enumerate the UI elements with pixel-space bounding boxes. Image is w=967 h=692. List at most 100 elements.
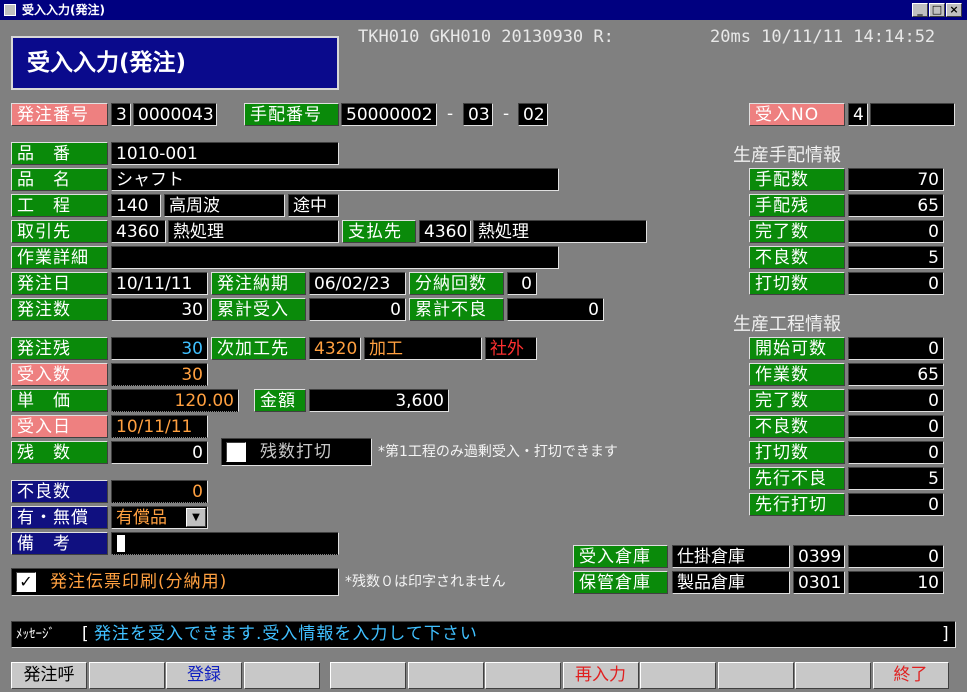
function-key-1[interactable]: 発注呼 xyxy=(11,662,87,689)
ukeire-soko-name: 仕掛倉庫 xyxy=(672,545,790,568)
zansu-uchikiri-check[interactable] xyxy=(226,442,246,462)
yumu-value: 有償品 xyxy=(116,508,167,528)
kotei-row-value: 0 xyxy=(848,337,944,360)
function-key-6[interactable] xyxy=(407,662,484,689)
function-key-12[interactable]: 終了 xyxy=(872,662,949,689)
kotei-row-label: 不良数 xyxy=(749,415,845,438)
hatchusu-field: 30 xyxy=(111,298,208,321)
jikako-flag-field: 社外 xyxy=(485,337,537,360)
message-open: [ xyxy=(82,624,89,644)
kotei-row-value: 0 xyxy=(848,493,944,516)
tehai-row-label: 手配残 xyxy=(749,194,845,217)
ukeire-soko-code: 0399 xyxy=(793,545,845,568)
zansu-label: 残 数 xyxy=(11,441,108,464)
torihiki-code-field: 4360 xyxy=(111,220,166,243)
checkmark-icon[interactable]: ✓ xyxy=(16,572,36,592)
ukesu-input[interactable]: 30 xyxy=(111,363,208,386)
kotei-row-value: 0 xyxy=(848,441,944,464)
page-title: 受入入力(発注) xyxy=(11,36,339,90)
kingaku-label: 金額 xyxy=(254,389,306,412)
ukebi-label: 受入日 xyxy=(11,415,108,438)
seisan-kotei-title: 生産工程情報 xyxy=(733,314,841,335)
message-close: ] xyxy=(942,624,949,644)
zansu-uchikiri-checkbox[interactable]: 残数打切 xyxy=(221,438,372,466)
window-titlebar: 受入入力(発注) _ □ × xyxy=(0,0,967,20)
overrun-note: *第1工程のみ過剰受入・打切できます xyxy=(378,444,618,460)
seisan-tehai-title: 生産手配情報 xyxy=(733,145,841,166)
function-key-2[interactable] xyxy=(88,662,165,689)
sagyo-label: 作業詳細 xyxy=(11,246,108,269)
function-key-3[interactable]: 登録 xyxy=(166,662,242,689)
hatchu-prefix-field[interactable]: 3 xyxy=(111,103,131,126)
tanka-input[interactable]: 120.00 xyxy=(111,389,239,412)
tehai-sub1-field[interactable]: 03 xyxy=(463,103,493,126)
maximize-button[interactable]: □ xyxy=(929,3,945,17)
print-checkbox[interactable]: ✓ 発注伝票印刷(分納用) xyxy=(11,568,339,596)
ukeire-soko-qty: 0 xyxy=(848,545,944,568)
function-key-4[interactable] xyxy=(243,662,320,689)
window-title: 受入入力(発注) xyxy=(22,3,105,17)
ukeire-extra-field[interactable] xyxy=(870,103,955,126)
ukebi-input[interactable]: 10/11/11 xyxy=(111,415,208,438)
tehai-row-value: 70 xyxy=(848,168,944,191)
hokan-soko-name: 製品倉庫 xyxy=(672,571,790,594)
print-note: *残数０は印字されません xyxy=(345,574,506,590)
ruikei-furyo-label: 累計不良 xyxy=(409,298,504,321)
ruikei-ukeire-field: 0 xyxy=(309,298,406,321)
minimize-button[interactable]: _ xyxy=(912,3,928,17)
function-key-8[interactable]: 再入力 xyxy=(562,662,639,689)
function-key-5[interactable] xyxy=(330,662,406,689)
function-key-11[interactable] xyxy=(795,662,871,689)
close-button[interactable]: × xyxy=(946,3,962,17)
nouki-field: 06/02/23 xyxy=(309,272,406,295)
system-info: TKH010 GKH010 20130930 R: xyxy=(358,27,614,47)
torihiki-name-field: 熱処理 xyxy=(168,220,339,243)
tanka-label: 単 価 xyxy=(11,389,108,412)
function-key-9[interactable] xyxy=(640,662,716,689)
biko-input[interactable] xyxy=(111,532,339,555)
ukeire-soko-label: 受入倉庫 xyxy=(573,545,668,568)
kotei-code-field[interactable]: 140 xyxy=(111,194,161,217)
kotei-name-field: 高周波 xyxy=(164,194,285,217)
print-label: 発注伝票印刷(分納用) xyxy=(50,572,228,592)
function-key-10[interactable] xyxy=(717,662,794,689)
function-key-7[interactable] xyxy=(485,662,561,689)
tehai-sub2-field[interactable]: 02 xyxy=(518,103,548,126)
kotei-row-value: 0 xyxy=(848,415,944,438)
tehai-no-field[interactable]: 50000002 xyxy=(341,103,437,126)
zan-label: 発注残 xyxy=(11,337,108,360)
hatchubi-label: 発注日 xyxy=(11,272,108,295)
sagyo-field xyxy=(111,246,559,269)
hinban-label: 品 番 xyxy=(11,142,108,165)
furyo-input[interactable]: 0 xyxy=(111,480,208,503)
kotei-row-label: 開始可数 xyxy=(749,337,845,360)
jikako-label: 次加工先 xyxy=(211,337,306,360)
hatchubi-field: 10/11/11 xyxy=(111,272,208,295)
hokan-soko-qty: 10 xyxy=(848,571,944,594)
hatchu-no-label: 発注番号 xyxy=(11,103,108,126)
zansu-uchikiri-label: 残数打切 xyxy=(260,442,332,462)
chevron-down-icon[interactable]: ▼ xyxy=(186,508,206,527)
app-icon xyxy=(4,4,16,16)
tehai-row-label: 打切数 xyxy=(749,272,845,295)
kotei-row-label: 先行不良 xyxy=(749,467,845,490)
kotei-row-label: 打切数 xyxy=(749,441,845,464)
kotei-row-value: 0 xyxy=(848,389,944,412)
ukeire-no-label: 受入NO xyxy=(749,103,845,126)
tehai-row-label: 不良数 xyxy=(749,246,845,269)
message-label: ﾒｯｾｰｼﾞ xyxy=(16,627,55,642)
hinban-field[interactable]: 1010-001 xyxy=(111,142,339,165)
bunno-label: 分納回数 xyxy=(409,272,504,295)
tehai-row-label: 手配数 xyxy=(749,168,845,191)
hatchu-no-field[interactable]: 0000043 xyxy=(133,103,217,126)
tehai-no-label: 手配番号 xyxy=(244,103,339,126)
ukesu-label: 受入数 xyxy=(11,363,108,386)
ukeire-no-field[interactable]: 4 xyxy=(848,103,868,126)
biko-label: 備 考 xyxy=(11,532,108,555)
tehai-row-value: 65 xyxy=(848,194,944,217)
nouki-label: 発注納期 xyxy=(211,272,306,295)
tehai-row-value: 0 xyxy=(848,272,944,295)
jikako-name-field: 加工 xyxy=(364,337,482,360)
kotei-label: 工 程 xyxy=(11,194,108,217)
kotei-row-label: 先行打切 xyxy=(749,493,845,516)
